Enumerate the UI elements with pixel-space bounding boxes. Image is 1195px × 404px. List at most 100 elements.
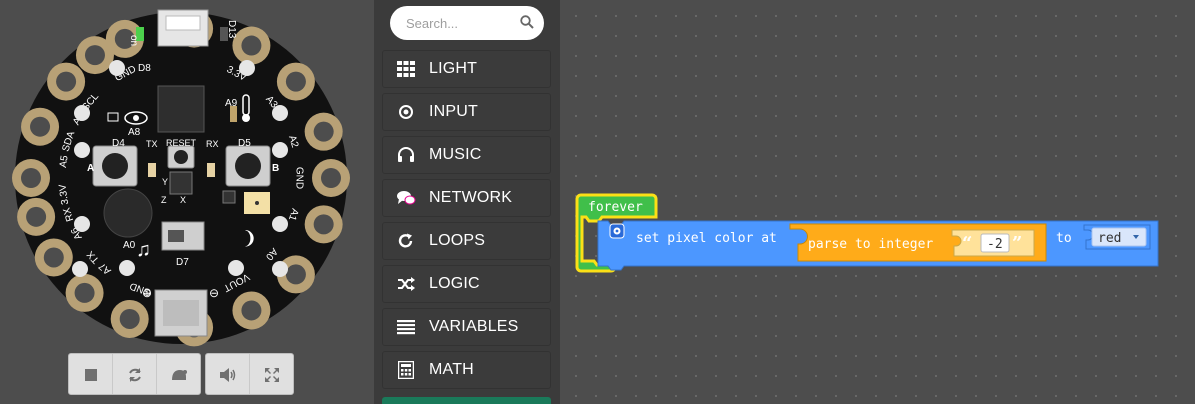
search-icon[interactable] (520, 15, 534, 29)
a0-center-label: A0 (123, 240, 136, 251)
category-variables[interactable]: VARIABLES (382, 308, 551, 346)
button-a-label: A (87, 163, 94, 174)
neopixel-led (109, 60, 125, 76)
slow-motion-icon (171, 370, 187, 380)
processor-chip (157, 85, 205, 133)
category-light-label: LIGHT (429, 60, 478, 77)
stop-icon (84, 369, 97, 381)
music-note-icon: ♫ (136, 239, 151, 261)
color-dropdown[interactable]: red (1083, 224, 1151, 250)
pad-hole (119, 308, 140, 329)
open-quote-icon: “ (962, 233, 972, 254)
list-icon (395, 316, 417, 338)
axis-x-label: X (180, 195, 186, 205)
set-pixel-color-block[interactable]: set pixel color at parse to integer “ -2… (597, 220, 1159, 271)
category-math[interactable]: MATH (382, 351, 551, 389)
category-network-label: NETWORK (429, 189, 513, 206)
blocks-workspace[interactable]: forever set pixel color at parse to inte… (560, 0, 1195, 404)
pad-hole (241, 35, 262, 56)
to-label: to (1056, 231, 1072, 246)
stop-button[interactable] (69, 354, 113, 394)
color-value: red (1098, 231, 1121, 246)
d5-label: D5 (238, 138, 251, 149)
calculator-icon (395, 359, 417, 381)
pad-hole (285, 71, 306, 92)
pad-hole (285, 264, 306, 285)
simulator-view-group (205, 353, 294, 395)
category-input[interactable]: INPUT (382, 93, 551, 131)
pad-hole (241, 300, 262, 321)
category-network[interactable]: NETWORK (382, 179, 551, 217)
restart-button[interactable] (113, 354, 157, 394)
category-loops[interactable]: LOOPS (382, 222, 551, 260)
d8-label: D8 (138, 63, 151, 74)
neopixel-led (74, 216, 90, 232)
fullscreen-button[interactable] (250, 354, 293, 394)
grid-icon (395, 58, 417, 80)
pad-label: A5 (58, 154, 71, 168)
battery-minus-label: ⊖ (209, 286, 219, 300)
pad-hole (74, 282, 95, 303)
chat-icon (395, 187, 417, 209)
refresh-icon (395, 230, 417, 252)
category-light[interactable]: LIGHT (382, 50, 551, 88)
neopixel-led (74, 105, 90, 121)
pad-hole (26, 206, 47, 227)
battery-plus-label: ⊕ (142, 286, 152, 300)
category-music-label: MUSIC (429, 146, 482, 163)
parse-label: parse to integer (808, 237, 933, 252)
neopixel-led (272, 216, 288, 232)
d7-label: D7 (176, 257, 189, 268)
pad-hole (56, 71, 77, 92)
speaker (103, 188, 153, 238)
pad-label: GND (293, 167, 304, 189)
d4-label: D4 (112, 138, 125, 149)
d13-label: D13 (226, 20, 237, 39)
neopixel-led (272, 105, 288, 121)
pad-hole (21, 168, 41, 188)
ear-icon: ❩ (242, 228, 257, 248)
neopixel-led (119, 260, 135, 276)
mute-icon (219, 368, 235, 382)
neopixel-led (228, 260, 244, 276)
category-music[interactable]: MUSIC (382, 136, 551, 174)
toolbox: LIGHT INPUT MUSIC NETWORK LOOPS LOGIC (374, 0, 560, 404)
pad-hole (321, 168, 341, 188)
axis-z-label: Z (161, 195, 167, 205)
category-logic-label: LOGIC (429, 275, 480, 292)
shuffle-icon (395, 273, 417, 295)
pad-hole (30, 116, 51, 137)
neopixel-led (272, 261, 288, 277)
pad-hole (313, 121, 334, 142)
simulator-panel: GND 3.3V A3 A2 GND A1 A0 VOUT GND A7 TX A6 RX 3.3V A5 S… (0, 0, 374, 404)
category-logic[interactable]: LOGIC (382, 265, 551, 303)
simulator-control-group (68, 353, 201, 395)
restart-icon (128, 368, 141, 382)
category-variables-label: VARIABLES (429, 318, 519, 335)
pad-hole (84, 45, 105, 66)
neopixel-led (272, 142, 288, 158)
string-input[interactable]: “ -2 ” (951, 229, 1035, 257)
circuit-playground-board[interactable]: GND 3.3VA3A2GNDA1A0VOUTGNDA7TXA6RX3.3VA5S… (0, 0, 374, 350)
fullscreen-icon (264, 368, 279, 382)
close-quote-icon: ” (1012, 233, 1022, 254)
on-label: on (128, 35, 139, 46)
a8-label: A8 (128, 127, 141, 138)
slow-motion-button[interactable] (157, 354, 200, 394)
parse-to-integer-block[interactable]: parse to integer “ -2 ” (789, 223, 1047, 262)
axis-y-label: Y (162, 177, 168, 187)
button-b-label: B (272, 163, 279, 174)
neopixel-led (239, 60, 255, 76)
mute-button[interactable] (206, 354, 250, 394)
headphones-icon (395, 144, 417, 166)
simulator-toolbar (68, 353, 294, 395)
category-more-partial[interactable] (382, 397, 551, 404)
set-pixel-label: set pixel color at (636, 231, 777, 246)
tx-label: TX (146, 139, 158, 149)
rx-label: RX (206, 139, 219, 149)
forever-label: forever (588, 200, 643, 215)
string-value[interactable]: -2 (987, 237, 1003, 252)
category-math-label: MATH (429, 361, 474, 378)
neopixel-led (74, 142, 90, 158)
search-input[interactable] (404, 15, 518, 32)
